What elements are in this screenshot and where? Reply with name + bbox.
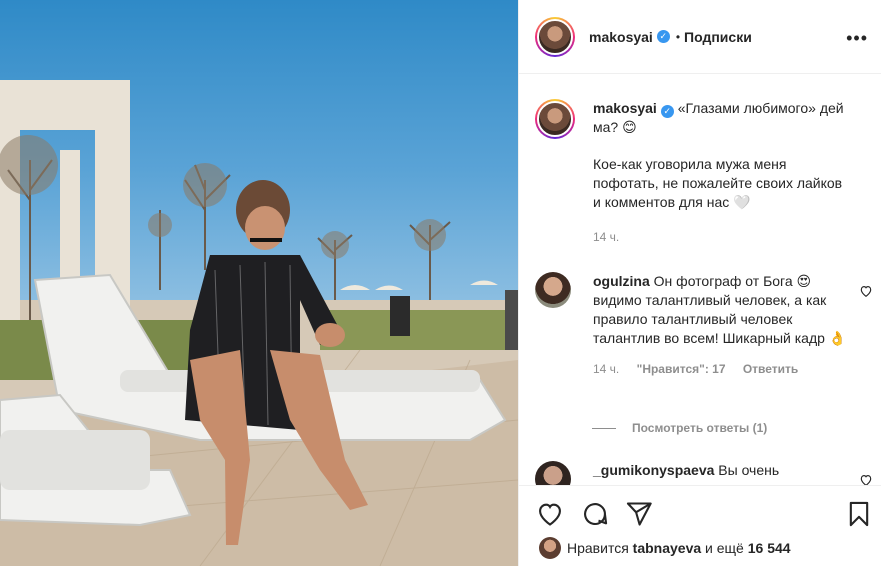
verified-icon: ✓ (660, 105, 674, 118)
author-username[interactable]: makosyai (589, 29, 653, 45)
comment-time: 14 ч. (593, 362, 620, 376)
comment-text: Вы очень (718, 462, 780, 478)
caption-time: 14 ч. (593, 230, 620, 244)
share-icon[interactable] (625, 500, 653, 528)
post-header: makosyai ✓ • Подписки ••• (519, 0, 881, 74)
comment-heart-icon[interactable] (859, 284, 873, 298)
likes-middle: и ещё (705, 540, 744, 556)
post-side-panel: makosyai ✓ • Подписки ••• makosyai ✓ «Гла… (518, 0, 881, 566)
bookmark-icon[interactable] (845, 500, 873, 528)
reply-button[interactable]: Ответить (743, 362, 798, 376)
photo-scene (0, 80, 518, 566)
likes-prefix: Нравится (567, 540, 629, 556)
comment-author[interactable]: _gumikonyspaeva (593, 462, 714, 478)
more-options-icon[interactable]: ••• (846, 28, 868, 49)
comment-heart-icon[interactable] (859, 473, 873, 485)
comment-icon[interactable] (581, 500, 609, 528)
liker-avatar[interactable] (539, 537, 561, 559)
view-replies-label: Посмотреть ответы (1) (632, 421, 768, 435)
caption-avatar[interactable] (535, 99, 575, 139)
liker-username[interactable]: tabnayeva (633, 540, 701, 556)
comments-list[interactable]: makosyai ✓ «Глазами любимого» дей ма? 😊 К… (519, 75, 881, 485)
commenter-avatar[interactable] (535, 272, 571, 308)
verified-icon: ✓ (656, 30, 670, 43)
likes-summary: Нравится tabnayeva и ещё 16 544 (539, 537, 791, 559)
following-button[interactable]: Подписки (684, 29, 752, 45)
caption-author[interactable]: makosyai (593, 100, 657, 116)
commenter-avatar[interactable] (535, 461, 571, 485)
replies-line (592, 427, 616, 429)
comment-likes[interactable]: "Нравится": 17 (637, 362, 726, 376)
separator-dot: • (675, 29, 681, 44)
view-replies-button[interactable]: Посмотреть ответы (1) (592, 421, 767, 435)
likes-count[interactable]: 16 544 (748, 540, 791, 556)
caption-line2: Кое-как уговорила мужа меня пофотать, не… (593, 156, 843, 210)
comment-author[interactable]: ogulzina (593, 273, 650, 289)
author-avatar[interactable] (535, 16, 575, 57)
heart-icon[interactable] (536, 500, 564, 528)
post-photo[interactable] (0, 0, 518, 566)
action-bar (519, 485, 881, 535)
